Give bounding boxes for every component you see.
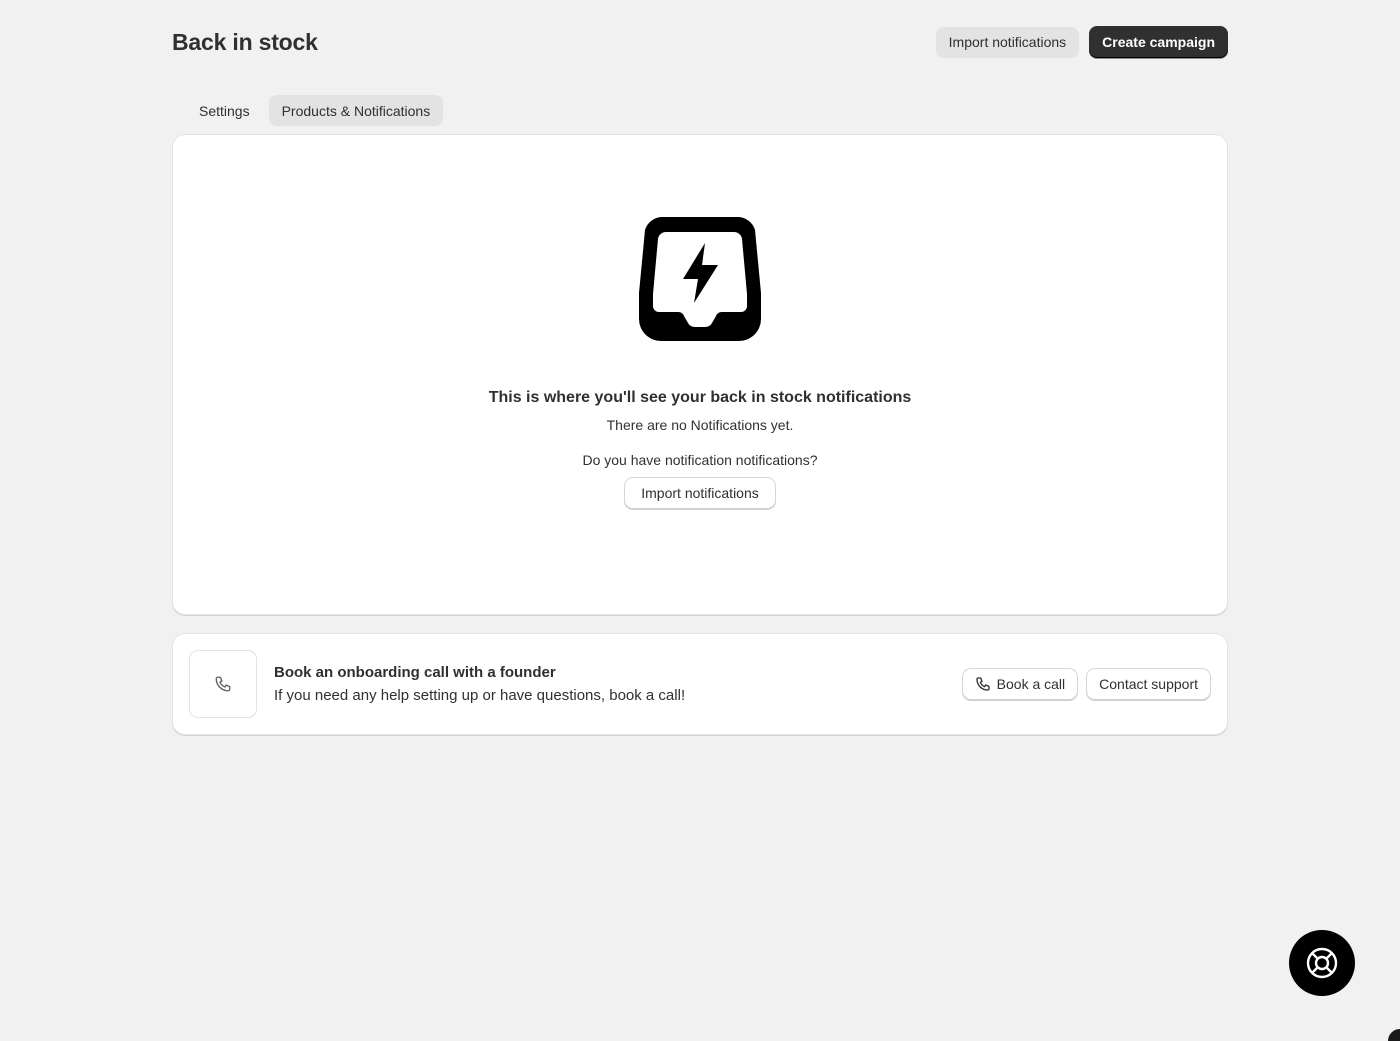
empty-state-heading: This is where you'll see your back in st… xyxy=(488,389,912,406)
onboarding-description: If you need any help setting up or have … xyxy=(274,687,686,704)
empty-state-import-button[interactable]: Import notifications xyxy=(625,478,775,508)
empty-state-subtext: There are no Notifications yet. xyxy=(606,417,794,433)
onboarding-actions: Book a call Contact support xyxy=(962,669,1210,699)
onboarding-title: Book an onboarding call with a founder xyxy=(274,664,556,681)
book-call-label: Book a call xyxy=(996,676,1066,692)
inbox-lightning-icon xyxy=(639,217,761,341)
book-call-button[interactable]: Book a call xyxy=(962,669,1078,699)
window-corner xyxy=(1388,1029,1400,1041)
phone-icon-box xyxy=(190,651,256,717)
tab-products-notifications[interactable]: Products & Notifications xyxy=(268,95,444,126)
tab-bar: Settings Products & Notifications xyxy=(186,95,444,126)
phone-icon xyxy=(215,676,231,692)
phone-icon xyxy=(976,677,990,691)
onboarding-card: Book an onboarding call with a founder I… xyxy=(173,634,1227,734)
page-title: Back in stock xyxy=(172,28,318,55)
contact-support-button[interactable]: Contact support xyxy=(1087,669,1210,699)
import-notifications-button[interactable]: Import notifications xyxy=(935,26,1080,58)
lifebuoy-icon xyxy=(1306,947,1338,979)
header-actions: Import notifications Create campaign xyxy=(935,26,1228,58)
page: Back in stock Import notifications Creat… xyxy=(0,0,1400,1041)
create-campaign-button[interactable]: Create campaign xyxy=(1089,26,1228,58)
notifications-card: This is where you'll see your back in st… xyxy=(173,135,1227,614)
tab-settings[interactable]: Settings xyxy=(186,95,263,126)
help-button[interactable] xyxy=(1289,930,1355,996)
empty-state-question: Do you have notification notifications? xyxy=(582,452,818,468)
page-header: Back in stock Import notifications Creat… xyxy=(172,26,1228,58)
